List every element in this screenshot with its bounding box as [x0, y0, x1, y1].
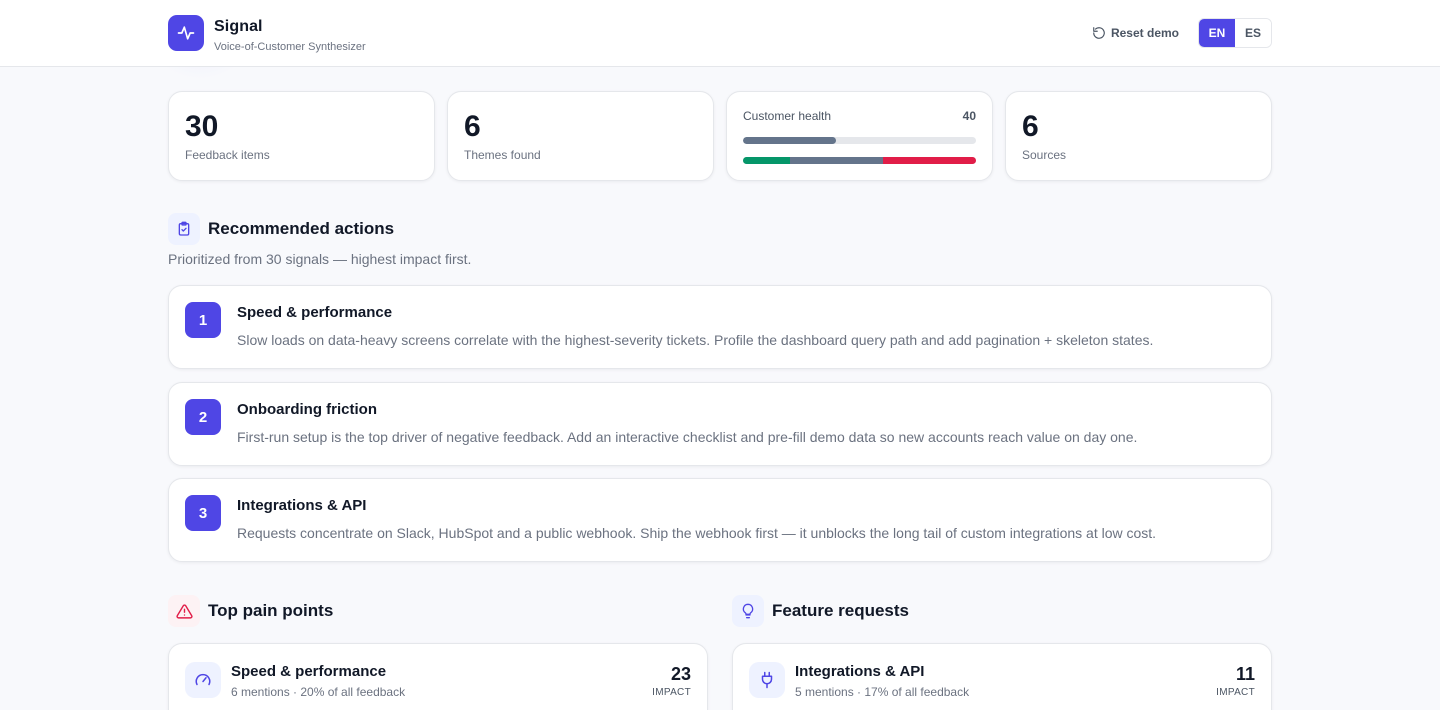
stat-value: 6 — [464, 110, 481, 143]
stat-value: 6 — [1022, 110, 1039, 143]
gauge-icon — [185, 662, 221, 698]
stat-feedback-items: 30 Feedback items — [168, 91, 435, 181]
pain-point-card[interactable]: Speed & performance 6 mentions · 20% of … — [168, 643, 708, 710]
action-rank-badge: 3 — [185, 495, 221, 531]
sentiment-positive-segment — [743, 157, 790, 164]
stat-label: Themes found — [464, 148, 541, 162]
lang-es-button[interactable]: ES — [1235, 19, 1271, 47]
stat-sources: 6 Sources — [1005, 91, 1272, 181]
stat-themes-found: 6 Themes found — [447, 91, 714, 181]
action-card[interactable]: 2 Onboarding friction First-run setup is… — [168, 382, 1272, 466]
stat-label: Sources — [1022, 148, 1067, 162]
sentiment-bar — [743, 157, 976, 164]
feature-request-title: Integrations & API — [795, 663, 925, 680]
feature-request-meta: 5 mentions · 17% of all feedback — [795, 685, 970, 699]
reset-icon — [1092, 26, 1111, 40]
plug-icon — [749, 662, 785, 698]
action-rank-badge: 1 — [185, 302, 221, 338]
action-card[interactable]: 1 Speed & performance Slow loads on data… — [168, 285, 1272, 369]
sentiment-neutral-segment — [789, 157, 883, 164]
impact-label: IMPACT — [1216, 687, 1255, 698]
action-description: Slow loads on data-heavy screens correla… — [237, 332, 1154, 348]
lang-en-button[interactable]: EN — [1199, 19, 1235, 47]
sentiment-negative-segment — [882, 157, 976, 164]
pain-point-title: Speed & performance — [231, 663, 387, 680]
feature-request-card[interactable]: Integrations & API 5 mentions · 17% of a… — [732, 643, 1272, 710]
app-name: Signal — [214, 18, 263, 35]
impact-score: 23 IMPACT — [652, 664, 691, 698]
pain-point-meta: 6 mentions · 20% of all feedback — [231, 685, 406, 699]
recommended-actions-header: Recommended actions — [168, 213, 394, 245]
recommended-actions-title: Recommended actions — [208, 219, 395, 238]
stat-value: 30 — [185, 110, 219, 143]
action-card[interactable]: 3 Integrations & API Requests concentrat… — [168, 478, 1272, 562]
action-description: First-run setup is the top driver of neg… — [237, 429, 1138, 445]
health-label: Customer health — [743, 109, 832, 123]
impact-value: 23 — [670, 664, 691, 684]
feature-requests-header: Feature requests — [732, 595, 909, 627]
clipboard-check-icon — [168, 213, 200, 245]
pulse-icon — [168, 15, 204, 51]
feature-requests-title: Feature requests — [772, 601, 909, 620]
reset-demo-button[interactable]: Reset demo — [1092, 26, 1179, 40]
impact-value: 11 — [1235, 664, 1255, 684]
impact-score: 11 IMPACT — [1216, 664, 1255, 698]
stat-label: Feedback items — [185, 148, 270, 162]
action-title: Speed & performance — [237, 304, 393, 321]
pain-points-header: Top pain points — [168, 595, 333, 627]
app-header: Signal Voice-of-Customer Synthesizer Res… — [0, 0, 1440, 67]
app-subtitle: Voice-of-Customer Synthesizer — [214, 41, 366, 53]
action-description: Requests concentrate on Slack, HubSpot a… — [237, 525, 1157, 541]
health-value: 40 — [962, 109, 976, 123]
language-switcher: EN ES — [1198, 18, 1272, 48]
alert-triangle-icon — [168, 595, 200, 627]
lightbulb-icon — [732, 595, 764, 627]
health-score-fill — [743, 137, 837, 144]
pain-points-title: Top pain points — [208, 601, 334, 620]
reset-demo-label: Reset demo — [1110, 26, 1179, 40]
stat-customer-health: Customer health 40 — [726, 91, 993, 181]
impact-label: IMPACT — [652, 687, 691, 698]
recommended-actions-subtitle: Prioritized from 30 signals — highest im… — [168, 251, 472, 267]
action-rank-badge: 2 — [185, 399, 221, 435]
brand: Signal Voice-of-Customer Synthesizer — [168, 15, 366, 54]
action-title: Onboarding friction — [237, 401, 377, 418]
health-score-bar — [743, 137, 976, 144]
action-title: Integrations & API — [237, 497, 367, 514]
